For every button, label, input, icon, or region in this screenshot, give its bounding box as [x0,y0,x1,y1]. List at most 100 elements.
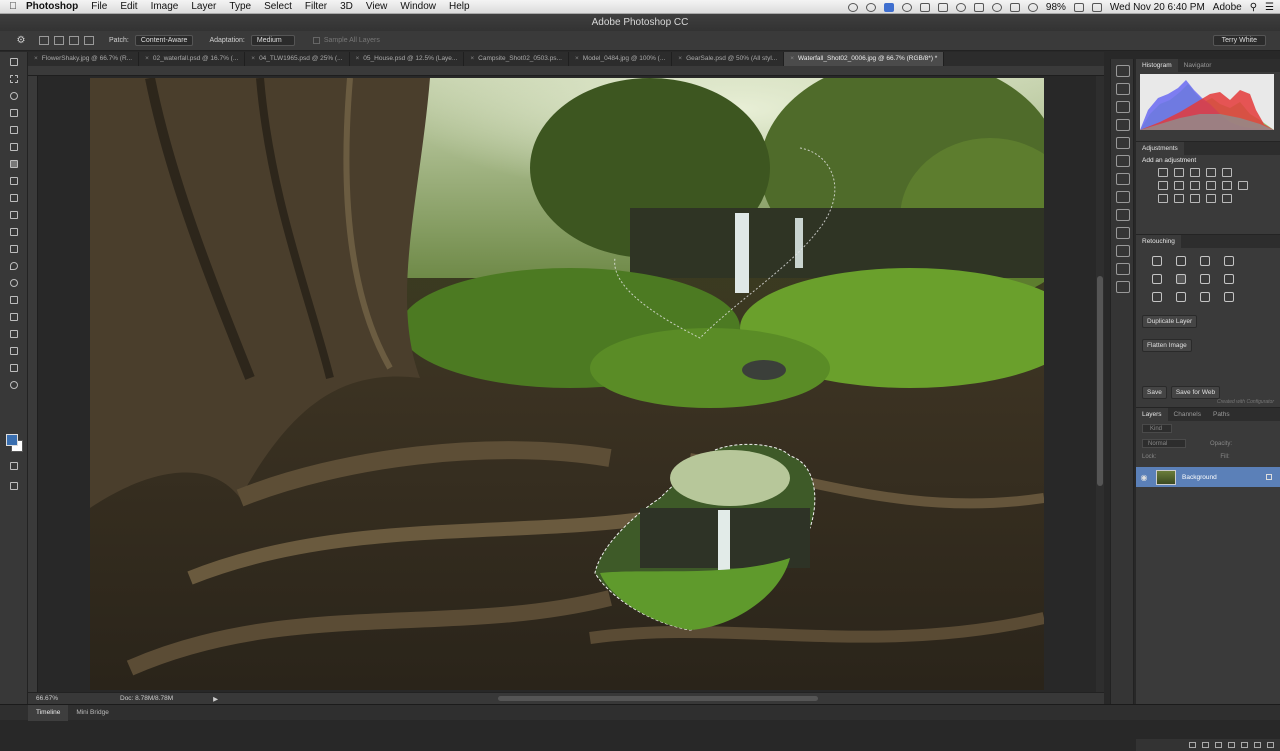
tab-retouching[interactable]: Retouching [1136,235,1181,248]
creative-cloud-icon[interactable] [847,2,858,12]
layer-row-background[interactable]: ◉ Background [1136,467,1280,487]
workspace-select[interactable]: Terry White [1212,35,1266,46]
doc-tab[interactable]: × 04_TLW1965.psd @ 25% (... [245,52,350,66]
magnifier-icon[interactable] [1200,256,1210,266]
shape-tool-icon[interactable] [6,344,22,358]
path-selection-tool-icon[interactable] [6,327,22,341]
exposure-icon[interactable] [1206,168,1216,177]
zoom-level[interactable]: 66.67% [36,695,96,702]
selective-color-icon[interactable] [1222,194,1232,203]
curves-icon[interactable] [1190,168,1200,177]
time-machine-icon[interactable] [991,2,1002,12]
doc-tab[interactable]: × Model_0484.jpg @ 100% (... [569,52,673,66]
horizontal-ruler[interactable] [28,66,1104,76]
color-balance-icon[interactable] [1174,181,1184,190]
menu-window[interactable]: Window [400,1,436,12]
visibility-eye-icon[interactable]: ◉ [1136,473,1152,482]
foreground-color-swatch[interactable] [6,434,18,446]
zoom-tool-icon[interactable] [6,378,22,392]
sharpen-icon[interactable] [1200,292,1210,302]
brush-panel-icon[interactable] [1116,155,1130,167]
lasso-tool-icon[interactable] [6,89,22,103]
app-menu[interactable]: Photoshop [26,1,78,12]
menu-view[interactable]: View [366,1,388,12]
close-tab-icon[interactable]: × [251,52,255,66]
clone-stamp-icon[interactable] [1224,274,1234,284]
info-panel-icon[interactable] [1116,119,1130,131]
properties-panel-icon[interactable] [1116,101,1130,113]
actions-panel-icon[interactable] [1116,83,1130,95]
patch-icon[interactable] [1152,274,1162,284]
healing-brush-icon[interactable] [1152,256,1162,266]
menu-filter[interactable]: Filter [305,1,327,12]
flatten-image-button[interactable]: Flatten Image [1142,339,1192,352]
volume-slider-icon[interactable] [1027,2,1038,12]
close-tab-icon[interactable]: × [34,52,38,66]
patch-tool-preset-icon[interactable]: ⚙ [13,34,29,48]
menu-3d[interactable]: 3D [340,1,353,12]
wifi-tray-icon[interactable] [919,2,930,12]
history-brush-tool-icon[interactable] [6,208,22,222]
type-tool-icon[interactable] [6,310,22,324]
battery-percent[interactable]: 98% [1046,2,1066,13]
vibrance-icon[interactable] [1222,168,1232,177]
menu-type[interactable]: Type [229,1,251,12]
horizontal-scrollbar-thumb[interactable] [498,696,818,701]
new-selection-icon[interactable] [39,36,49,45]
black-white-icon[interactable] [1190,181,1200,190]
tab-timeline[interactable]: Timeline [28,704,69,721]
gradient-map-icon[interactable] [1206,194,1216,203]
screen-mode-icon[interactable] [6,479,22,493]
link-layers-icon[interactable] [1189,742,1196,748]
eraser-tool-icon[interactable] [6,225,22,239]
doc-tab[interactable]: × FlowerShaky.jpg @ 66.7% (R... [28,52,140,66]
gradient-tool-icon[interactable] [6,242,22,256]
sync-icon[interactable] [865,2,876,12]
menu-layer[interactable]: Layer [191,1,216,12]
levels-icon[interactable] [1174,168,1184,177]
menu-help[interactable]: Help [449,1,470,12]
close-tab-icon[interactable]: × [790,52,794,66]
threshold-icon[interactable] [1190,194,1200,203]
save-for-web-button[interactable]: Save for Web [1170,386,1221,399]
channel-mixer-icon[interactable] [1222,181,1232,190]
doc-tab[interactable]: × 05_House.psd @ 12.5% (Laye... [350,52,465,66]
brush-tool-icon[interactable] [6,174,22,188]
wifi-icon[interactable] [1009,2,1020,12]
styles-panel-icon[interactable] [1116,245,1130,257]
hand-icon[interactable] [1224,256,1234,266]
content-aware-move-icon[interactable] [1176,274,1186,284]
posterize-icon[interactable] [1174,194,1184,203]
new-layer-icon[interactable] [1254,742,1261,748]
new-group-icon[interactable] [1241,742,1248,748]
patch-tool-icon[interactable] [6,157,22,171]
close-tab-icon[interactable]: × [575,52,579,66]
add-selection-icon[interactable] [54,36,64,45]
tab-histogram[interactable]: Histogram [1136,59,1178,72]
tab-mini-bridge[interactable]: Mini Bridge [68,709,117,716]
pen-tool-icon[interactable] [6,293,22,307]
apple-menu-icon[interactable]:  [0,1,26,12]
libraries-panel-icon[interactable] [1116,281,1130,293]
close-tab-icon[interactable]: × [470,52,474,66]
layer-comps-icon[interactable] [1116,227,1130,239]
doc-tab-active[interactable]: × Waterfall_Shot02_0006.jpg @ 66.7% (RGB/… [784,52,945,66]
volume-icon[interactable] [955,2,966,12]
pattern-stamp-icon[interactable] [1152,292,1162,302]
patch-mode-select[interactable]: Content-Aware [134,35,194,46]
quick-mask-icon[interactable] [6,459,22,473]
close-tab-icon[interactable]: × [678,52,682,66]
marquee-tool-icon[interactable] [6,72,22,86]
history-panel-icon[interactable] [1116,65,1130,77]
lock-icon[interactable] [973,2,984,12]
zoom-icon[interactable] [1176,292,1186,302]
photo-filter-icon[interactable] [1206,181,1216,190]
vertical-ruler[interactable] [28,76,38,692]
menu-image[interactable]: Image [151,1,179,12]
crop-tool-icon[interactable] [6,123,22,137]
vertical-scrollbar[interactable] [1096,76,1104,692]
flag-icon[interactable] [1091,2,1102,12]
menu-edit[interactable]: Edit [120,1,137,12]
layer-style-icon[interactable] [1202,742,1209,748]
document-photo[interactable] [90,78,1044,690]
